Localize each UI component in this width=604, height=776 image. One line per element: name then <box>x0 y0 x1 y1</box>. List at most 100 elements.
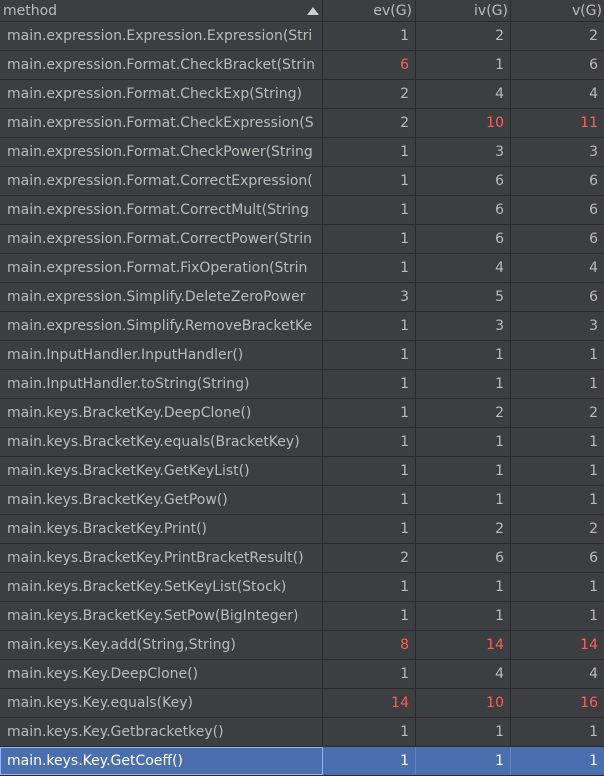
cell-method: main.keys.Key.DeepClone() <box>0 660 323 688</box>
table-row[interactable]: main.keys.BracketKey.SetPow(BigInteger) 1… <box>0 602 604 631</box>
cell-iv: 10 <box>416 109 511 137</box>
table-row[interactable]: main.expression.Format.CheckExp(String) 2… <box>0 80 604 109</box>
cell-iv: 4 <box>416 254 511 282</box>
table-row[interactable]: main.keys.BracketKey.GetPow() 1 1 1 <box>0 486 604 515</box>
cell-iv: 5 <box>416 283 511 311</box>
cell-method: main.expression.Format.CheckExpression(S <box>0 109 323 137</box>
column-header-ev[interactable]: ev(G) <box>323 0 416 22</box>
cell-iv: 14 <box>416 631 511 659</box>
table-row[interactable]: main.expression.Format.CheckExpression(S… <box>0 109 604 138</box>
table-row[interactable]: main.expression.Simplify.DeleteZeroPower… <box>0 283 604 312</box>
table-row[interactable]: main.keys.Key.Getbracketkey() 1 1 1 <box>0 718 604 747</box>
table-row[interactable]: main.expression.Format.CheckPower(String… <box>0 138 604 167</box>
cell-method: main.keys.BracketKey.equals(BracketKey) <box>0 428 323 456</box>
cell-v: 1 <box>589 724 598 740</box>
cell-iv: 3 <box>416 312 511 340</box>
column-header-v[interactable]: v(G) <box>511 0 604 22</box>
cell-v: 6 <box>589 173 598 189</box>
cell-ev: 1 <box>323 573 416 601</box>
cell-iv: 4 <box>416 660 511 688</box>
table-row[interactable]: main.keys.BracketKey.SetKeyList(Stock) 1 1… <box>0 573 604 602</box>
cell-method: main.keys.Key.GetCoeff() <box>0 747 323 775</box>
cell-ev: 1 <box>323 515 416 543</box>
cell-iv: 2 <box>416 515 511 543</box>
table-row[interactable]: main.keys.BracketKey.equals(BracketKey) 1… <box>0 428 604 457</box>
cell-iv: 1 <box>416 486 511 514</box>
sort-ascending-icon[interactable] <box>307 7 319 15</box>
cell-iv: 6 <box>416 167 511 195</box>
cell-ev: 1 <box>323 747 416 775</box>
cell-method: main.expression.Format.CheckExp(String) <box>0 80 323 108</box>
cell-v: 1 <box>589 376 598 392</box>
cell-ev: 1 <box>323 196 416 224</box>
cell-method: main.expression.Expression.Expression(St… <box>0 22 323 50</box>
cell-ev: 2 <box>323 80 416 108</box>
cell-v: 1 <box>589 579 598 595</box>
cell-ev: 3 <box>323 283 416 311</box>
cell-iv: 1 <box>416 428 511 456</box>
cell-v: 1 <box>589 753 598 769</box>
cell-method: main.InputHandler.toString(String) <box>0 370 323 398</box>
cell-iv: 1 <box>416 370 511 398</box>
cell-iv: 6 <box>416 544 511 572</box>
table-row[interactable]: main.keys.BracketKey.GetKeyList() 1 1 1 <box>0 457 604 486</box>
cell-method: main.keys.Key.equals(Key) <box>0 689 323 717</box>
cell-ev: 2 <box>323 109 416 137</box>
cell-v: 2 <box>589 28 598 44</box>
cell-method: main.keys.Key.Getbracketkey() <box>0 718 323 746</box>
cell-ev: 8 <box>323 631 416 659</box>
cell-v: 1 <box>589 347 598 363</box>
cell-v: 4 <box>589 666 598 682</box>
cell-method: main.expression.Format.CorrectMult(Strin… <box>0 196 323 224</box>
table-row[interactable]: main.expression.Format.FixOperation(Stri… <box>0 254 604 283</box>
cell-ev: 14 <box>323 689 416 717</box>
cell-ev: 6 <box>323 51 416 79</box>
cell-iv: 6 <box>416 196 511 224</box>
table-row[interactable]: main.keys.Key.GetCoeff() 1 1 1 <box>0 747 604 776</box>
cell-ev: 1 <box>323 341 416 369</box>
cell-v: 1 <box>589 608 598 624</box>
cell-v: 2 <box>589 405 598 421</box>
table-row[interactable]: main.keys.BracketKey.PrintBracketResult(… <box>0 544 604 573</box>
cell-method: main.keys.BracketKey.GetPow() <box>0 486 323 514</box>
table-row[interactable]: main.expression.Simplify.RemoveBracketKe… <box>0 312 604 341</box>
table-row[interactable]: main.keys.BracketKey.Print() 1 2 2 <box>0 515 604 544</box>
cell-v: 1 <box>589 463 598 479</box>
cell-method: main.expression.Simplify.DeleteZeroPower <box>0 283 323 311</box>
cell-method: main.keys.BracketKey.SetKeyList(Stock) <box>0 573 323 601</box>
table-row[interactable]: main.expression.Format.CheckBracket(Stri… <box>0 51 604 80</box>
cell-ev: 1 <box>323 22 416 50</box>
cell-v: 6 <box>589 57 598 73</box>
cell-method: main.expression.Format.CorrectExpression… <box>0 167 323 195</box>
cell-method: main.InputHandler.InputHandler() <box>0 341 323 369</box>
cell-ev: 1 <box>323 457 416 485</box>
cell-ev: 1 <box>323 225 416 253</box>
table-row[interactable]: main.InputHandler.toString(String) 1 1 1 <box>0 370 604 399</box>
table-row[interactable]: main.keys.Key.add(String,String) 8 14 14 <box>0 631 604 660</box>
cell-v: 14 <box>580 637 598 653</box>
cell-method: main.keys.Key.add(String,String) <box>0 631 323 659</box>
cell-v: 3 <box>589 318 598 334</box>
table-row[interactable]: main.expression.Format.CorrectExpression… <box>0 167 604 196</box>
table-row[interactable]: main.keys.BracketKey.DeepClone() 1 2 2 <box>0 399 604 428</box>
cell-method: main.expression.Format.CheckBracket(Stri… <box>0 51 323 79</box>
column-header-method[interactable]: method <box>0 0 323 22</box>
cell-v: 16 <box>580 695 598 711</box>
table-row[interactable]: main.InputHandler.InputHandler() 1 1 1 <box>0 341 604 370</box>
cell-iv: 1 <box>416 573 511 601</box>
cell-ev: 1 <box>323 254 416 282</box>
table-row[interactable]: main.expression.Format.CorrectMult(Strin… <box>0 196 604 225</box>
cell-method: main.keys.BracketKey.Print() <box>0 515 323 543</box>
cell-method: main.keys.BracketKey.GetKeyList() <box>0 457 323 485</box>
table-row[interactable]: main.keys.Key.DeepClone() 1 4 4 <box>0 660 604 689</box>
cell-ev: 1 <box>323 370 416 398</box>
cell-method: main.expression.Format.CheckPower(String <box>0 138 323 166</box>
table-row[interactable]: main.expression.Format.CorrectPower(Stri… <box>0 225 604 254</box>
cell-ev: 1 <box>323 138 416 166</box>
cell-v: 6 <box>589 289 598 305</box>
cell-v: 6 <box>589 202 598 218</box>
table-row[interactable]: main.keys.Key.equals(Key) 14 10 16 <box>0 689 604 718</box>
table-row[interactable]: main.expression.Expression.Expression(St… <box>0 22 604 51</box>
column-header-iv[interactable]: iv(G) <box>416 0 511 22</box>
cell-ev: 2 <box>323 544 416 572</box>
